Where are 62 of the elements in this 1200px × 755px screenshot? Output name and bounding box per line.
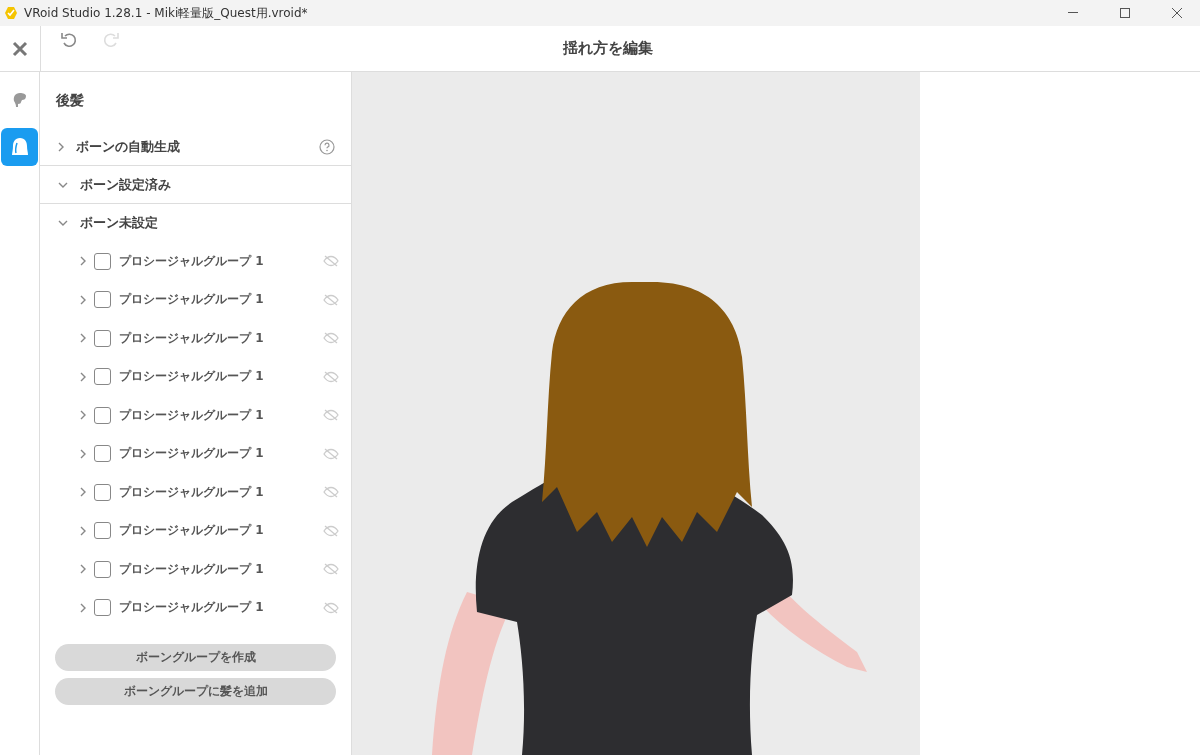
close-icon[interactable] bbox=[12, 40, 28, 57]
chevron-right-icon bbox=[80, 294, 86, 305]
group-label: プロシージャルグループ 1 bbox=[119, 560, 265, 578]
eye-off-icon[interactable] bbox=[323, 486, 339, 499]
group-label: プロシージャルグループ 1 bbox=[119, 406, 265, 424]
eye-off-icon[interactable] bbox=[323, 563, 339, 576]
chevron-right-icon bbox=[80, 410, 86, 421]
group-label: プロシージャルグループ 1 bbox=[119, 252, 265, 270]
action-button[interactable]: ボーングループに髪を追加 bbox=[55, 678, 336, 705]
chevron-right-icon bbox=[80, 333, 86, 344]
group-label: プロシージャルグループ 1 bbox=[119, 368, 265, 386]
checkbox[interactable] bbox=[94, 560, 111, 578]
minimize-icon bbox=[1068, 12, 1078, 14]
section-header[interactable]: ボーン未設定 bbox=[40, 204, 351, 242]
window-title: VRoid Studio 1.28.1 - Miki軽量版_Quest用.vroid* bbox=[24, 4, 309, 22]
checkbox[interactable] bbox=[94, 406, 111, 424]
close-icon bbox=[1172, 8, 1182, 18]
group-label: プロシージャルグループ 1 bbox=[119, 445, 265, 463]
category-tab[interactable] bbox=[1, 128, 38, 166]
checkbox[interactable] bbox=[94, 368, 111, 386]
app-logo-icon bbox=[4, 6, 18, 20]
group-label: プロシージャルグループ 1 bbox=[119, 599, 265, 617]
undo-icon bbox=[60, 31, 78, 49]
eye-off-icon[interactable] bbox=[323, 255, 339, 268]
eye-off-icon[interactable] bbox=[323, 370, 339, 383]
checkbox[interactable] bbox=[94, 445, 111, 463]
group-label: プロシージャルグループ 1 bbox=[119, 483, 265, 501]
checkbox[interactable] bbox=[94, 329, 111, 347]
chevron-right-icon bbox=[80, 602, 86, 613]
chevron-down-icon bbox=[58, 181, 68, 188]
eye-off-icon[interactable] bbox=[323, 447, 339, 460]
hair-icon bbox=[10, 137, 29, 157]
head-icon bbox=[11, 92, 28, 110]
eye-off-icon[interactable] bbox=[323, 332, 339, 345]
chevron-right-icon bbox=[58, 141, 64, 152]
chevron-right-icon bbox=[80, 487, 86, 498]
eye-off-icon[interactable] bbox=[323, 409, 339, 422]
section-header[interactable]: ボーンの自動生成 bbox=[40, 128, 351, 166]
chevron-right-icon bbox=[80, 448, 86, 459]
checkbox[interactable] bbox=[94, 252, 111, 270]
action-button[interactable]: ボーングループを作成 bbox=[55, 644, 336, 671]
eye-off-icon[interactable] bbox=[323, 524, 339, 537]
group-label: プロシージャルグループ 1 bbox=[119, 522, 265, 540]
page-title: 揺れ方を編集 bbox=[561, 39, 654, 58]
chevron-right-icon bbox=[80, 525, 86, 536]
help-icon[interactable] bbox=[319, 138, 335, 155]
checkbox[interactable] bbox=[94, 291, 111, 309]
eye-off-icon[interactable] bbox=[323, 601, 339, 614]
group-label: プロシージャルグループ 1 bbox=[119, 329, 265, 347]
chevron-right-icon bbox=[80, 371, 86, 382]
section-header[interactable]: ボーン設定済み bbox=[40, 166, 351, 204]
section-heading: 後髪 bbox=[55, 91, 85, 110]
chevron-down-icon bbox=[58, 220, 68, 226]
chevron-right-icon bbox=[80, 256, 86, 267]
checkbox[interactable] bbox=[94, 522, 111, 540]
eye-off-icon[interactable] bbox=[323, 293, 339, 306]
maximize-icon bbox=[1120, 8, 1130, 18]
group-label: プロシージャルグループ 1 bbox=[119, 291, 265, 309]
checkbox[interactable] bbox=[94, 483, 111, 501]
redo-icon bbox=[102, 31, 120, 49]
checkbox[interactable] bbox=[94, 599, 111, 617]
chevron-right-icon bbox=[80, 564, 86, 575]
